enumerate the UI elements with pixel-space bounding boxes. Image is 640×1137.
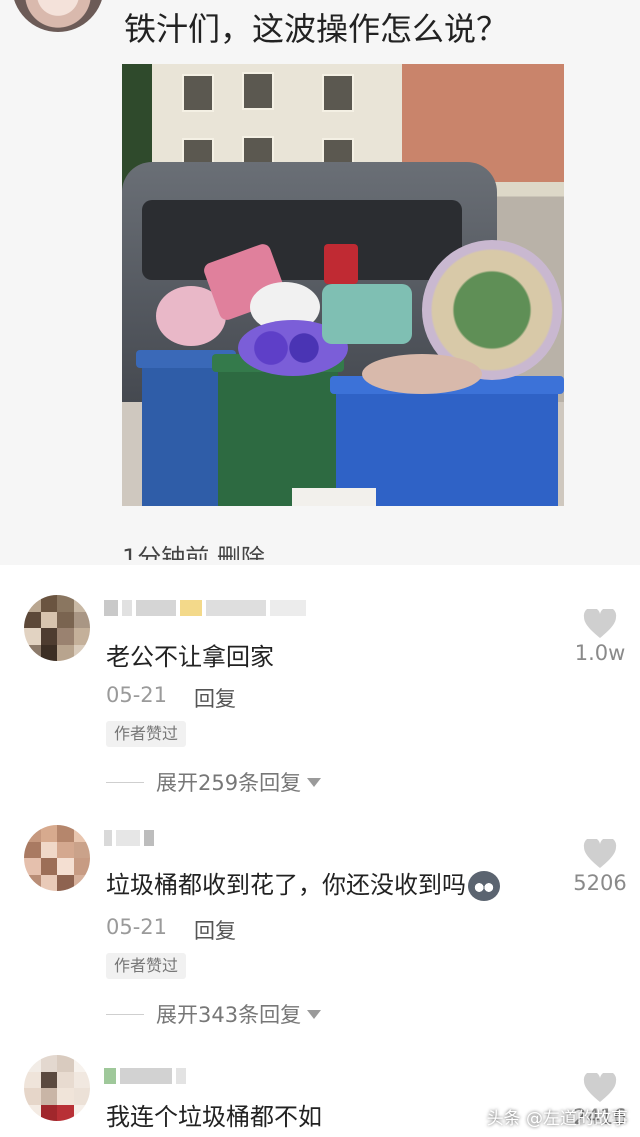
chevron-down-icon [307, 777, 322, 787]
divider-line [106, 1013, 144, 1015]
heart-icon [583, 839, 617, 868]
photo-white-box [292, 488, 376, 506]
expand-replies-button[interactable]: 展开259条回复 [106, 767, 322, 797]
expand-replies-label: 展开343条回复 [156, 1003, 302, 1027]
bouquet-tan [362, 354, 482, 394]
trash-bin-green [212, 354, 344, 506]
divider-line [106, 781, 144, 783]
reply-button[interactable]: 回复 [194, 915, 236, 945]
comment-text: 我连个垃圾桶都不如 [106, 1103, 322, 1131]
author-liked-badge: 作者赞过 [106, 953, 187, 979]
comment-item: 垃圾桶都收到花了，你还没收到吗 05-21 回复 作者赞过 展开343条回复 5… [0, 797, 640, 1029]
username-redacted[interactable] [104, 827, 154, 849]
like-button[interactable]: 5206 [570, 839, 630, 895]
comment-text: 老公不让拿回家 [106, 643, 274, 671]
comment-text: 垃圾桶都收到花了，你还没收到吗 [106, 865, 500, 901]
comment-item: 老公不让拿回家 05-21 回复 作者赞过 展开259条回复 1.0w [0, 565, 640, 797]
author-liked-badge: 作者赞过 [106, 721, 187, 747]
post-meta: 1分钟前 删除 [122, 544, 265, 560]
expand-replies-label: 展开259条回复 [156, 771, 302, 795]
username-redacted[interactable] [104, 597, 306, 619]
post-card: 铁汁们，这波操作怎么说？ 1分钟前 删除 [0, 0, 640, 565]
comment-date: 05-21 [106, 683, 168, 707]
heart-icon [583, 609, 617, 638]
author-avatar[interactable] [12, 0, 104, 32]
expand-replies-button[interactable]: 展开343条回复 [106, 999, 322, 1029]
like-count: 1.0w [574, 641, 626, 665]
like-button[interactable]: 1.0w [570, 609, 630, 665]
heart-icon [583, 1073, 617, 1102]
trash-bin-blue-left [136, 350, 236, 506]
reply-button[interactable]: 回复 [194, 683, 236, 713]
watermark: 头条 @左道的故事 [486, 1109, 628, 1129]
husky-emoji-icon [468, 871, 500, 901]
comment-list: 老公不让拿回家 05-21 回复 作者赞过 展开259条回复 1.0w 垃圾桶都… [0, 565, 640, 1137]
avatar[interactable] [24, 595, 90, 661]
avatar[interactable] [24, 825, 90, 891]
comment-date: 05-21 [106, 915, 168, 939]
post-photo[interactable] [122, 64, 564, 506]
bouquet-teal [322, 284, 412, 344]
avatar[interactable] [24, 1055, 90, 1121]
like-count: 5206 [573, 871, 627, 895]
username-redacted[interactable] [104, 1065, 186, 1087]
post-title: 铁汁们，这波操作怎么说？ [124, 10, 509, 48]
comment-text-content: 垃圾桶都收到花了，你还没收到吗 [106, 871, 466, 899]
chevron-down-icon [307, 1009, 322, 1019]
